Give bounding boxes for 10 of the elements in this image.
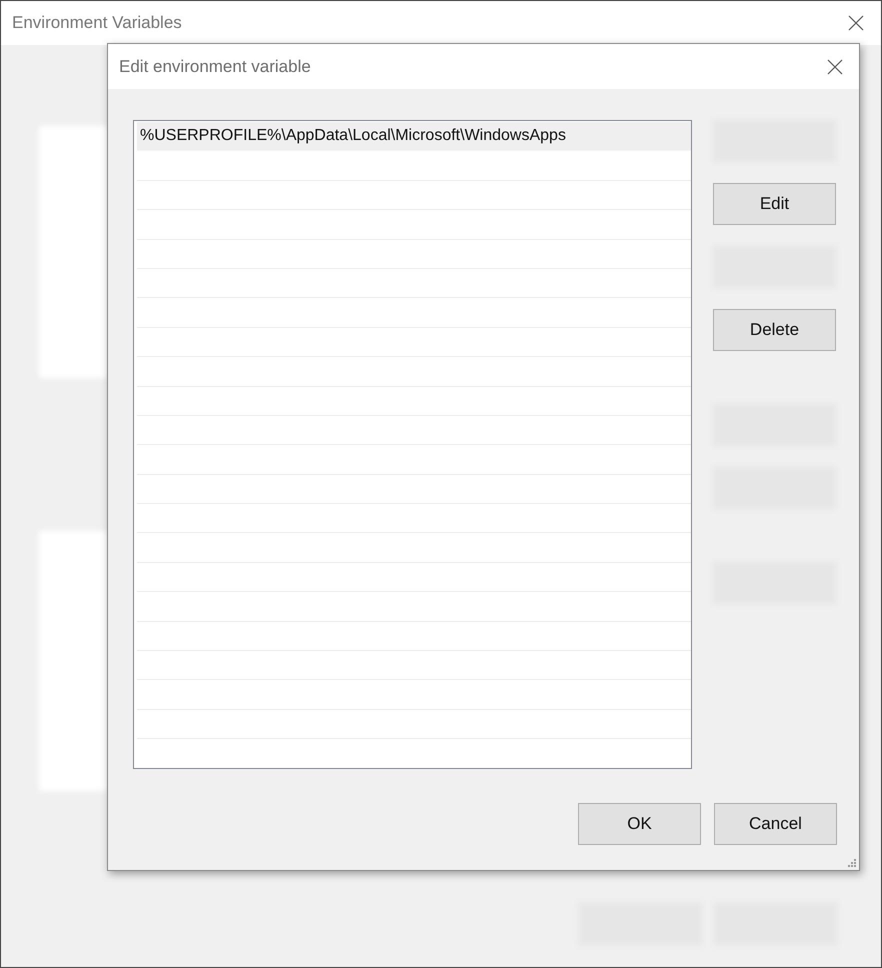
button[interactable]: Delete: [713, 309, 836, 351]
button[interactable]: OK: [578, 803, 701, 845]
window-title: Environment Variables: [12, 13, 182, 33]
list-item[interactable]: %USERPROFILE%\AppData\Local\Microsoft\WindowsApps: [137, 122, 691, 152]
close-icon[interactable]: [848, 15, 864, 31]
button[interactable]: Cancel: [714, 803, 837, 845]
close-icon[interactable]: [827, 58, 843, 74]
dialog-title: Edit environment variable: [119, 56, 311, 76]
button[interactable]: Edit: [713, 183, 836, 225]
resize-grip-icon[interactable]: [848, 859, 857, 868]
